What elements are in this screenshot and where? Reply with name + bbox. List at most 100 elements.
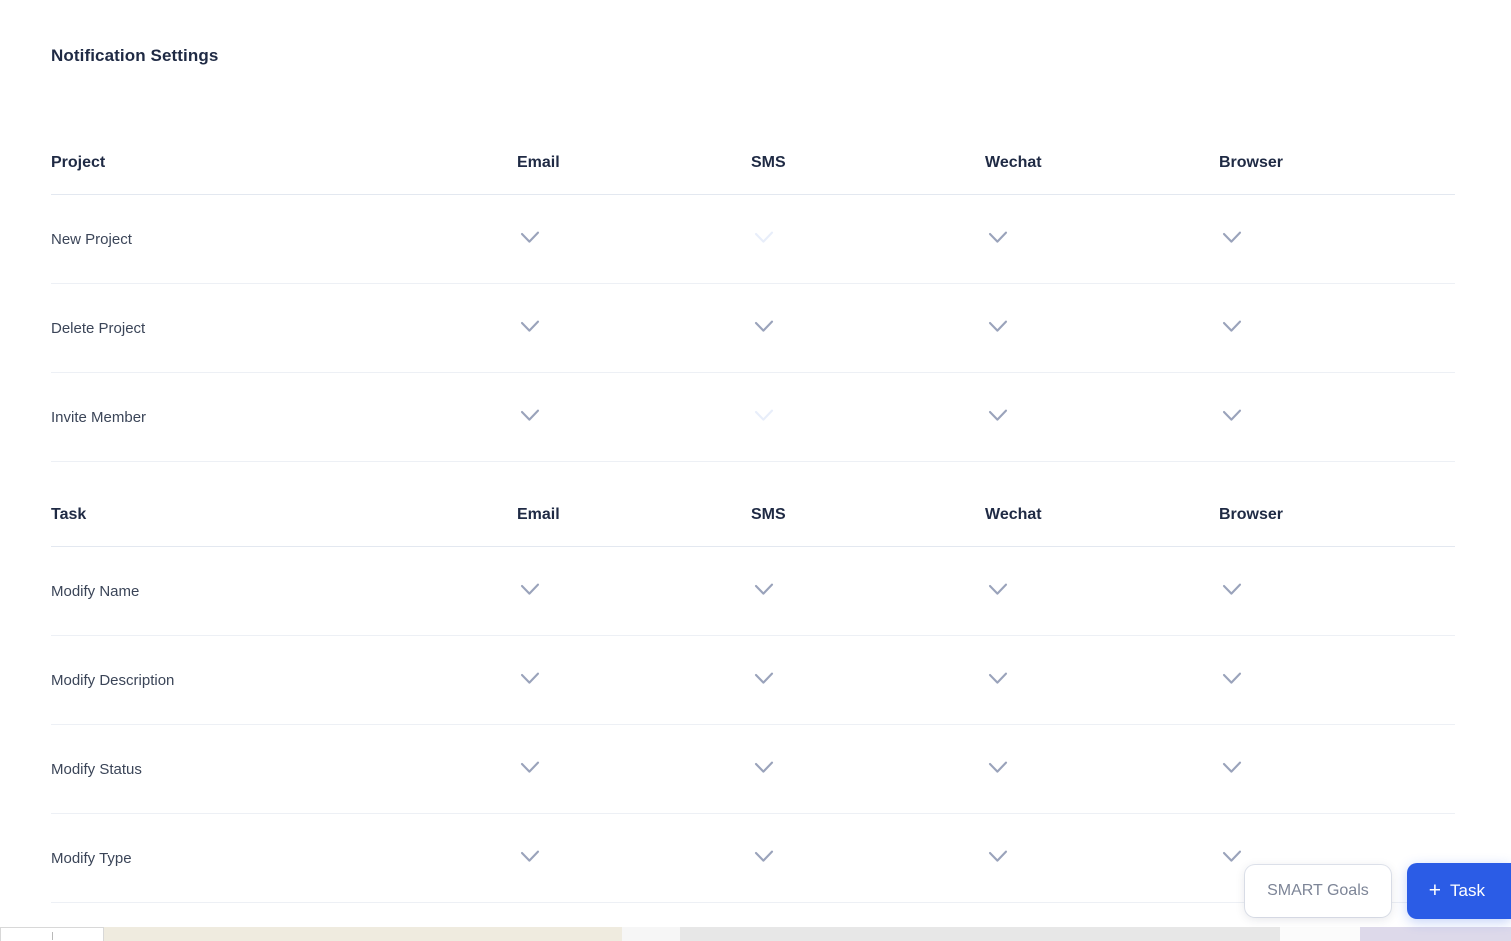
add-task-button[interactable]: + Task bbox=[1406, 863, 1511, 919]
bottom-strip-gray-a bbox=[622, 927, 680, 941]
cell-wechat[interactable] bbox=[985, 372, 1219, 462]
cell-sms[interactable] bbox=[751, 635, 985, 725]
cell-sms[interactable] bbox=[751, 813, 985, 903]
cell-sms[interactable] bbox=[751, 546, 985, 636]
check-icon[interactable] bbox=[751, 843, 777, 869]
check-icon[interactable] bbox=[751, 754, 777, 780]
table-header-row: Project Email SMS Wechat Browser bbox=[51, 132, 1455, 195]
column-header-browser: Browser bbox=[1219, 132, 1455, 195]
cell-email[interactable] bbox=[517, 372, 751, 462]
cell-email[interactable] bbox=[517, 194, 751, 284]
check-icon[interactable] bbox=[985, 843, 1011, 869]
cell-browser[interactable] bbox=[1219, 283, 1455, 373]
table-row: Modify Name bbox=[51, 546, 1455, 636]
cell-email[interactable] bbox=[517, 724, 751, 814]
check-icon[interactable] bbox=[1219, 313, 1245, 339]
cell-email[interactable] bbox=[517, 283, 751, 373]
check-icon[interactable] bbox=[985, 754, 1011, 780]
row-label: Modify Type bbox=[51, 813, 517, 903]
bottom-strip-gray-b bbox=[680, 927, 1280, 941]
check-icon[interactable] bbox=[1219, 754, 1245, 780]
bottom-strip-cream bbox=[104, 927, 622, 941]
bottom-strip-card bbox=[0, 927, 104, 941]
check-icon[interactable] bbox=[985, 224, 1011, 250]
check-icon[interactable] bbox=[517, 843, 543, 869]
column-header-browser: Browser bbox=[1219, 484, 1455, 547]
table-row: Modify Status bbox=[51, 724, 1455, 814]
smart-goals-button[interactable]: SMART Goals bbox=[1245, 865, 1391, 917]
plus-icon: + bbox=[1428, 878, 1442, 902]
cell-wechat[interactable] bbox=[985, 546, 1219, 636]
check-icon[interactable] bbox=[517, 224, 543, 250]
row-label: Invite Member bbox=[51, 372, 517, 462]
cell-browser[interactable] bbox=[1219, 635, 1455, 725]
project-section: Project Email SMS Wechat Browser New Project D… bbox=[51, 132, 1455, 462]
row-label: Modify Status bbox=[51, 724, 517, 814]
cell-sms[interactable] bbox=[751, 724, 985, 814]
cell-wechat[interactable] bbox=[985, 635, 1219, 725]
cell-browser[interactable] bbox=[1219, 546, 1455, 636]
check-icon[interactable] bbox=[517, 402, 543, 428]
check-icon[interactable] bbox=[1219, 843, 1245, 869]
cell-browser[interactable] bbox=[1219, 194, 1455, 284]
check-icon[interactable] bbox=[985, 313, 1011, 339]
check-icon[interactable] bbox=[1219, 576, 1245, 602]
cell-browser[interactable] bbox=[1219, 724, 1455, 814]
column-header-task: Task bbox=[51, 484, 517, 547]
table-row: Delete Project bbox=[51, 283, 1455, 373]
floating-action-bar: SMART Goals + Task bbox=[1245, 863, 1511, 919]
check-icon[interactable] bbox=[517, 665, 543, 691]
cell-email[interactable] bbox=[517, 635, 751, 725]
column-header-wechat: Wechat bbox=[985, 132, 1219, 195]
check-icon[interactable] bbox=[751, 402, 777, 428]
cell-wechat[interactable] bbox=[985, 813, 1219, 903]
column-header-email: Email bbox=[517, 484, 751, 547]
cell-email[interactable] bbox=[517, 813, 751, 903]
check-icon[interactable] bbox=[1219, 665, 1245, 691]
check-icon[interactable] bbox=[1219, 224, 1245, 250]
check-icon[interactable] bbox=[751, 576, 777, 602]
bottom-strip-card-tick bbox=[52, 932, 53, 940]
table-row: Invite Member bbox=[51, 372, 1455, 462]
check-icon[interactable] bbox=[751, 665, 777, 691]
table-header-row: Task Email SMS Wechat Browser bbox=[51, 484, 1455, 547]
check-icon[interactable] bbox=[751, 313, 777, 339]
column-header-wechat: Wechat bbox=[985, 484, 1219, 547]
check-icon[interactable] bbox=[517, 576, 543, 602]
check-icon[interactable] bbox=[1219, 402, 1245, 428]
check-icon[interactable] bbox=[517, 313, 543, 339]
bottom-strip-white bbox=[1280, 927, 1360, 941]
task-section: Task Email SMS Wechat Browser Modify Name Modi… bbox=[51, 484, 1455, 903]
row-label: Modify Description bbox=[51, 635, 517, 725]
check-icon[interactable] bbox=[985, 402, 1011, 428]
check-icon[interactable] bbox=[985, 665, 1011, 691]
cell-sms[interactable] bbox=[751, 372, 985, 462]
cell-sms[interactable] bbox=[751, 283, 985, 373]
bottom-cutoff-strip bbox=[0, 927, 1511, 941]
add-task-label: Task bbox=[1450, 881, 1485, 900]
cell-wechat[interactable] bbox=[985, 724, 1219, 814]
table-row: New Project bbox=[51, 194, 1455, 284]
table-row: Modify Description bbox=[51, 635, 1455, 725]
row-label: Modify Name bbox=[51, 546, 517, 636]
cell-sms[interactable] bbox=[751, 194, 985, 284]
row-label: Delete Project bbox=[51, 283, 517, 373]
check-icon[interactable] bbox=[985, 576, 1011, 602]
page-title: Notification Settings bbox=[51, 46, 219, 65]
cell-browser[interactable] bbox=[1219, 372, 1455, 462]
smart-goals-label: SMART Goals bbox=[1267, 882, 1369, 899]
notification-settings-page: Notification Settings Project Email SMS Wec… bbox=[0, 0, 1511, 941]
check-icon[interactable] bbox=[517, 754, 543, 780]
column-header-email: Email bbox=[517, 132, 751, 195]
cell-wechat[interactable] bbox=[985, 194, 1219, 284]
check-icon[interactable] bbox=[751, 224, 777, 250]
cell-wechat[interactable] bbox=[985, 283, 1219, 373]
column-header-project: Project bbox=[51, 132, 517, 195]
row-label: New Project bbox=[51, 194, 517, 284]
notification-tables: Project Email SMS Wechat Browser New Project D… bbox=[51, 132, 1455, 903]
column-header-sms: SMS bbox=[751, 132, 985, 195]
bottom-strip-lavender bbox=[1360, 927, 1511, 941]
cell-email[interactable] bbox=[517, 546, 751, 636]
column-header-sms: SMS bbox=[751, 484, 985, 547]
